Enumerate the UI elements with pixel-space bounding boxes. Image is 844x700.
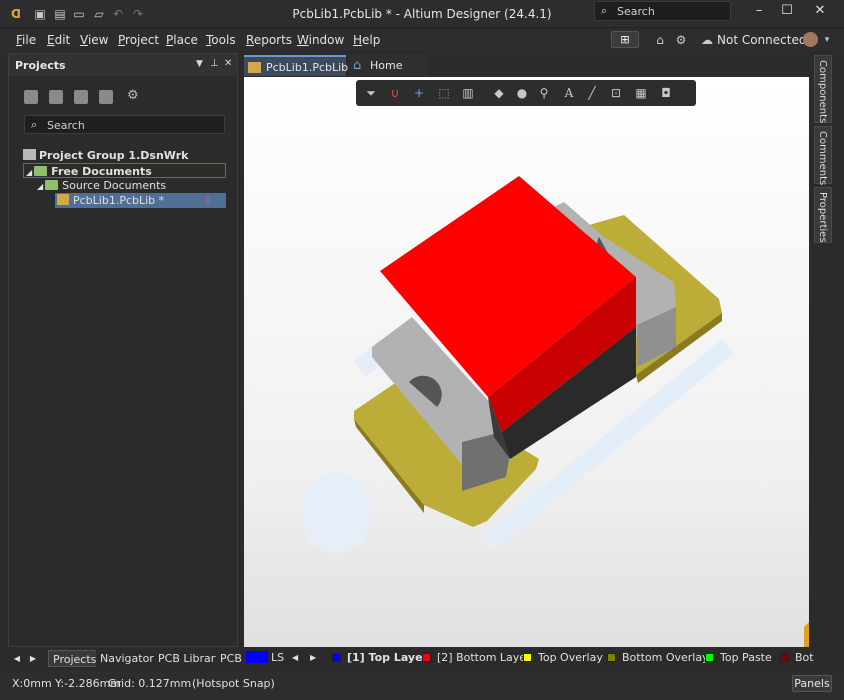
folder-icon: [45, 180, 59, 190]
keepout-icon[interactable]: ◘: [658, 85, 674, 101]
chevron-down-icon[interactable]: ▾: [819, 32, 835, 48]
connection-status[interactable]: Not Connected: [717, 33, 806, 47]
workspace-icon: [23, 149, 36, 160]
crosshair-icon[interactable]: +: [411, 85, 427, 101]
menu-reports[interactable]: Reports: [246, 33, 292, 47]
title-bar: ᗡ ▣ ▤ ▭ ▱ ↶ ↷ PcbLib1.PcbLib * - Altium …: [0, 0, 844, 28]
home-icon[interactable]: ⌂: [652, 32, 668, 48]
tab-scroll-left-icon[interactable]: ◀: [10, 650, 24, 667]
menu-project[interactable]: Project: [118, 33, 159, 47]
title-search-input[interactable]: ⌕ Search: [594, 1, 731, 21]
magnet-icon[interactable]: ∪: [387, 85, 403, 101]
projects-search-placeholder: Search: [47, 119, 85, 132]
collapse-icon: ◢: [37, 182, 44, 191]
layer-tab-bottom-paste[interactable]: Bot: [780, 650, 814, 665]
tab-navigator[interactable]: Navigator: [96, 650, 158, 667]
menu-view[interactable]: View: [80, 33, 108, 47]
maximize-button[interactable]: ☐: [773, 0, 801, 22]
home-icon: ⌂: [353, 58, 362, 73]
route-icon[interactable]: ◆: [491, 85, 507, 101]
projects-panel: Projects ▼ ⊥ ✕ ⚙ ⌕ Search Project Group …: [8, 53, 238, 647]
projects-toolbar: ⚙: [9, 88, 237, 108]
panel-menu-icon[interactable]: ▼: [196, 59, 203, 69]
save-all-icon[interactable]: [49, 90, 63, 104]
menu-file[interactable]: File: [16, 33, 36, 47]
pin-icon[interactable]: ⊥: [210, 58, 219, 69]
layer-tab-bottom-overlay[interactable]: Bottom Overlay: [607, 650, 709, 665]
layer-tab-bottom-layer[interactable]: [2] Bottom Layer: [422, 650, 531, 665]
side-tab-comments[interactable]: Comments: [814, 126, 832, 185]
tree-file-pcblib[interactable]: PcbLib1.PcbLib * ▯: [55, 193, 226, 208]
pcb-3d-canvas[interactable]: ⏷ ∪ + ⬚ ▥ ◆ ● ⚲ A ╱ ⊡ ▦ ◘: [244, 77, 809, 647]
align-icon[interactable]: ▥: [460, 85, 476, 101]
menu-bar: File Edit View Project Place Tools Repor…: [0, 29, 844, 51]
filter-icon[interactable]: ⏷: [363, 85, 379, 101]
close-button[interactable]: ✕: [806, 0, 834, 22]
tab-pcblib1[interactable]: PcbLib1.PcbLib *: [244, 55, 348, 95]
menu-place[interactable]: Place: [166, 33, 198, 47]
tab-home-page[interactable]: ⌂ Home Page: [348, 55, 428, 93]
projects-search-input[interactable]: ⌕ Search: [24, 115, 225, 134]
line-icon[interactable]: ╱: [584, 85, 600, 101]
panel-close-icon[interactable]: ✕: [224, 58, 232, 69]
select-rect-icon[interactable]: ⬚: [436, 85, 452, 101]
tab-scroll-right-icon[interactable]: ▶: [26, 650, 40, 667]
project-options-icon[interactable]: [99, 90, 113, 104]
menu-tools[interactable]: Tools: [206, 33, 236, 47]
status-bar: X:0mm Y:-2.286mm Grid: 0.127mm (Hotspot …: [0, 670, 844, 700]
panels-button[interactable]: Panels: [792, 675, 832, 692]
projects-panel-header: Projects ▼ ⊥ ✕: [9, 54, 237, 76]
dimension-icon[interactable]: ⊡: [608, 85, 624, 101]
chart-icon[interactable]: ▦: [633, 85, 649, 101]
origin-marker: [804, 622, 809, 647]
layer-scroll-left-icon[interactable]: ◀: [292, 650, 298, 665]
pcblib-icon: [248, 62, 261, 73]
layer-tab-top-overlay[interactable]: Top Overlay: [523, 650, 603, 665]
grid-size: Grid: 0.127mm: [108, 677, 192, 690]
notifications-button[interactable]: ⊞: [611, 31, 639, 48]
modified-doc-icon: ▯: [205, 195, 211, 206]
current-layer-swatch[interactable]: [246, 651, 268, 663]
search-icon: ⌕: [31, 118, 38, 131]
snap-mode: (Hotspot Snap): [192, 677, 275, 690]
minimize-button[interactable]: –: [745, 0, 773, 22]
tree-source-documents[interactable]: ◢ Source Documents: [37, 178, 166, 193]
cloud-disconnected-icon[interactable]: ☁: [699, 32, 715, 48]
active-bar: ⏷ ∪ + ⬚ ▥ ◆ ● ⚲ A ╱ ⊡ ▦ ◘: [356, 80, 696, 106]
menu-window[interactable]: Window: [297, 33, 344, 47]
tab-projects[interactable]: Projects: [48, 650, 102, 667]
via-icon[interactable]: ⚲: [536, 85, 552, 101]
panel-tabs: ◀ ▶ Projects Navigator PCB Library PCB: [8, 650, 246, 668]
side-tab-properties[interactable]: Properties: [814, 187, 832, 243]
menu-help[interactable]: Help: [353, 33, 380, 47]
avatar[interactable]: [803, 32, 818, 47]
tree-project-group[interactable]: Project Group 1.DsnWrk: [23, 148, 188, 163]
search-icon: ⌕: [601, 4, 608, 17]
pad-icon[interactable]: ●: [514, 85, 530, 101]
gear-icon[interactable]: ⚙: [127, 88, 139, 103]
side-tab-components[interactable]: Components: [814, 55, 832, 123]
layer-scroll-right-icon[interactable]: ▶: [310, 650, 316, 665]
collapse-icon: ◢: [26, 168, 33, 177]
overlay-circle: [300, 473, 372, 553]
document-tabs: PcbLib1.PcbLib * ⌂ Home Page: [244, 55, 810, 95]
layer-tab-top-layer[interactable]: [1] Top Layer: [332, 650, 428, 665]
tab-pcb[interactable]: PCB: [216, 650, 246, 667]
gear-icon[interactable]: ⚙: [673, 32, 689, 48]
ls-button[interactable]: LS: [271, 650, 284, 665]
text-icon[interactable]: A: [561, 85, 577, 101]
component-3d-view: [300, 176, 809, 647]
pcblib-icon: [57, 194, 69, 205]
menu-edit[interactable]: Edit: [47, 33, 70, 47]
title-search-placeholder: Search: [617, 5, 655, 18]
projects-panel-title: Projects: [15, 59, 66, 72]
cursor-coordinates: X:0mm Y:-2.286mm: [12, 677, 122, 690]
save-icon[interactable]: [24, 90, 38, 104]
layer-tab-top-paste[interactable]: Top Paste: [705, 650, 772, 665]
compile-icon[interactable]: [74, 90, 88, 104]
layer-tabs: LS ◀ ▶ [1] Top Layer [2] Bottom Layer To…: [244, 648, 814, 667]
folder-icon: [34, 166, 48, 176]
tree-free-documents[interactable]: ◢ Free Documents: [23, 163, 226, 178]
